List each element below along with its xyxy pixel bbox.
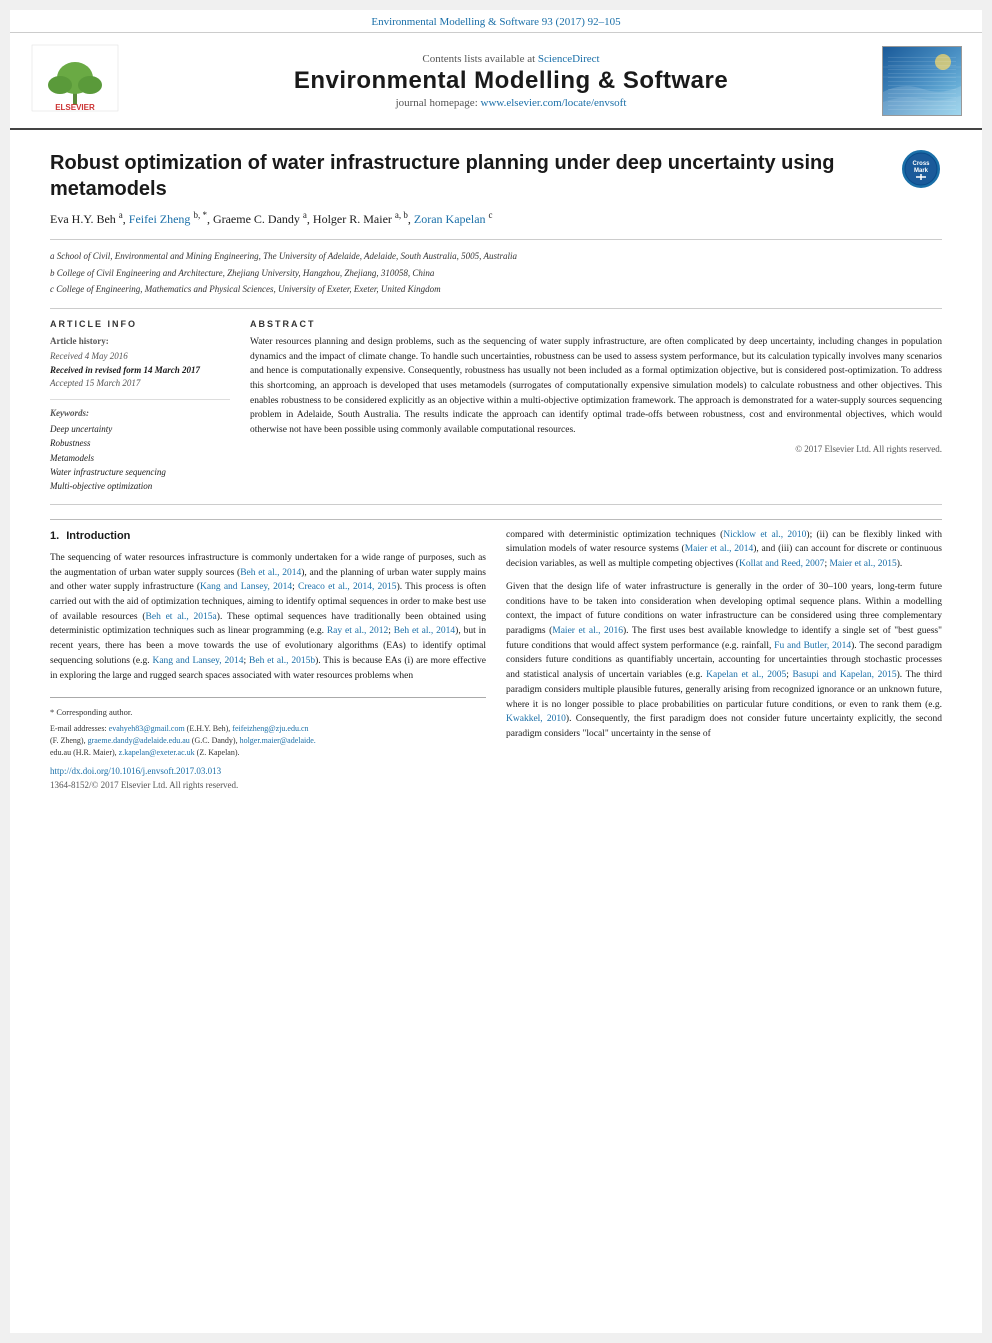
ref-maier2016[interactable]: Maier et al., 2016 bbox=[552, 626, 623, 636]
journal-thumbnail bbox=[882, 46, 962, 116]
ref-beh2014b[interactable]: Beh et al., 2014 bbox=[394, 626, 455, 636]
journal-homepage-link[interactable]: www.elsevier.com/locate/envsoft bbox=[481, 97, 627, 109]
intro-para-2: compared with deterministic optimization… bbox=[506, 528, 942, 572]
elsevier-logo: ELSEVIER bbox=[30, 43, 120, 118]
main-content: 1. Introduction The sequencing of water … bbox=[50, 528, 942, 792]
section-divider bbox=[50, 519, 942, 520]
copyright-line: © 2017 Elsevier Ltd. All rights reserved… bbox=[250, 444, 942, 454]
affiliation-c: c College of Engineering, Mathematics an… bbox=[50, 283, 942, 296]
email-dandy[interactable]: graeme.dandy@adelaide.edu.au bbox=[88, 736, 190, 745]
journal-center: Contents lists available at ScienceDirec… bbox=[140, 53, 882, 109]
ref-kapelan2005[interactable]: Kapelan et al., 2005 bbox=[706, 670, 786, 680]
section-heading: Introduction bbox=[66, 530, 130, 542]
keyword-2: Robustness bbox=[50, 436, 230, 450]
article-info: ARTICLE INFO Article history: Received 4… bbox=[50, 319, 230, 494]
keyword-5: Multi-objective optimization bbox=[50, 479, 230, 493]
received-date: Received 4 May 2016 bbox=[50, 350, 230, 364]
ref-kwakkel[interactable]: Kwakkel, 2010 bbox=[506, 714, 566, 724]
ref-kang-lansey[interactable]: Kang and Lansey, 2014 bbox=[200, 582, 292, 592]
ref-creaco[interactable]: Creaco et al., 2014, 2015 bbox=[298, 582, 397, 592]
section-number: 1. bbox=[50, 530, 59, 542]
crossmark[interactable]: Cross Mark bbox=[902, 150, 942, 188]
article-history: Article history: Received 4 May 2016 Rec… bbox=[50, 335, 230, 400]
keyword-1: Deep uncertainty bbox=[50, 422, 230, 436]
keyword-3: Metamodels bbox=[50, 451, 230, 465]
svg-text:Cross: Cross bbox=[912, 161, 930, 167]
doi-link[interactable]: http://dx.doi.org/10.1016/j.envsoft.2017… bbox=[50, 766, 221, 776]
abstract-text: Water resources planning and design prob… bbox=[250, 335, 942, 438]
sciencedirect-link[interactable]: ScienceDirect bbox=[538, 53, 600, 65]
column-left: 1. Introduction The sequencing of water … bbox=[50, 528, 486, 792]
article-info-abstract: ARTICLE INFO Article history: Received 4… bbox=[50, 319, 942, 505]
paper-title: Robust optimization of water infrastruct… bbox=[50, 150, 892, 202]
abstract-section: ABSTRACT Water resources planning and de… bbox=[250, 319, 942, 494]
crossmark-badge: Cross Mark bbox=[902, 150, 940, 188]
ref-fu-butler[interactable]: Fu and Butler, 2014 bbox=[774, 641, 851, 651]
article-info-title: ARTICLE INFO bbox=[50, 319, 230, 329]
journal-title: Environmental Modelling & Software bbox=[140, 67, 882, 95]
email-beh[interactable]: evahyeh83@gmail.com bbox=[109, 724, 185, 733]
intro-para-1: The sequencing of water resources infras… bbox=[50, 551, 486, 683]
author-link-kapelan[interactable]: Zoran Kapelan bbox=[414, 212, 486, 226]
column-right: compared with deterministic optimization… bbox=[506, 528, 942, 792]
paper-body: Robust optimization of water infrastruct… bbox=[10, 130, 982, 812]
email-note: E-mail addresses: evahyeh83@gmail.com (E… bbox=[50, 723, 486, 759]
keyword-4: Water infrastructure sequencing bbox=[50, 465, 230, 479]
footnote-section: * Corresponding author. E-mail addresses… bbox=[50, 697, 486, 792]
contents-line: Contents lists available at ScienceDirec… bbox=[140, 53, 882, 65]
accepted-date: Accepted 15 March 2017 bbox=[50, 377, 230, 391]
abstract-title: ABSTRACT bbox=[250, 319, 942, 329]
ref-ray2012[interactable]: Ray et al., 2012 bbox=[327, 626, 388, 636]
journal-citation-bar: Environmental Modelling & Software 93 (2… bbox=[10, 10, 982, 33]
ref-beh2015b[interactable]: Beh et al., 2015b bbox=[249, 656, 315, 666]
ref-nicklow[interactable]: Nicklow et al., 2010 bbox=[723, 530, 806, 540]
journal-citation: Environmental Modelling & Software 93 (2… bbox=[371, 16, 620, 28]
email-label: E-mail addresses: bbox=[50, 724, 107, 733]
authors-line: Eva H.Y. Beh a, Feifei Zheng b, *, Graem… bbox=[50, 210, 892, 227]
paper-title-text: Robust optimization of water infrastruct… bbox=[50, 150, 892, 231]
paper-title-section: Robust optimization of water infrastruct… bbox=[50, 150, 942, 240]
keywords-label: Keywords: bbox=[50, 408, 230, 418]
affiliation-b: b College of Civil Engineering and Archi… bbox=[50, 267, 942, 280]
ref-kang2014[interactable]: Kang and Lansey, 2014 bbox=[152, 656, 243, 666]
journal-homepage: journal homepage: www.elsevier.com/locat… bbox=[140, 97, 882, 109]
page: Environmental Modelling & Software 93 (2… bbox=[10, 10, 982, 1333]
affiliation-a: a School of Civil, Environmental and Min… bbox=[50, 250, 942, 263]
svg-text:Mark: Mark bbox=[914, 168, 929, 174]
email-kapelan[interactable]: z.kapelan@exeter.ac.uk bbox=[119, 748, 195, 757]
ref-beh2015a[interactable]: Beh et al., 2015a bbox=[146, 612, 217, 622]
ref-basupi[interactable]: Basupi and Kapelan, 2015 bbox=[793, 670, 897, 680]
author-link-zheng[interactable]: Feifei Zheng bbox=[129, 212, 191, 226]
revised-date: Received in revised form 14 March 2017 bbox=[50, 364, 230, 378]
ref-maier2014[interactable]: Maier et al., 2014 bbox=[685, 544, 754, 554]
journal-header: ELSEVIER Contents lists available at Sci… bbox=[10, 33, 982, 130]
issn-line: 1364-8152/© 2017 Elsevier Ltd. All right… bbox=[50, 779, 486, 793]
journal-cover-image bbox=[882, 46, 962, 116]
keywords-list: Deep uncertainty Robustness Metamodels W… bbox=[50, 422, 230, 494]
svg-text:ELSEVIER: ELSEVIER bbox=[55, 103, 95, 112]
email-maier[interactable]: holger.maier@adelaide. bbox=[240, 736, 316, 745]
section-1-title: 1. Introduction bbox=[50, 528, 486, 545]
corresponding-author-note: * Corresponding author. bbox=[50, 706, 486, 719]
affiliations-block: a School of Civil, Environmental and Min… bbox=[50, 250, 942, 309]
ref-maier2015[interactable]: Maier et al., 2015 bbox=[829, 559, 896, 569]
intro-para-3: Given that the design life of water infr… bbox=[506, 580, 942, 742]
ref-beh2014[interactable]: Beh et al., 2014 bbox=[240, 568, 301, 578]
ref-kollat[interactable]: Kollat and Reed, 2007 bbox=[739, 559, 824, 569]
email-zheng[interactable]: feifeizheng@zju.edu.cn bbox=[232, 724, 308, 733]
history-label: Article history: bbox=[50, 335, 230, 349]
